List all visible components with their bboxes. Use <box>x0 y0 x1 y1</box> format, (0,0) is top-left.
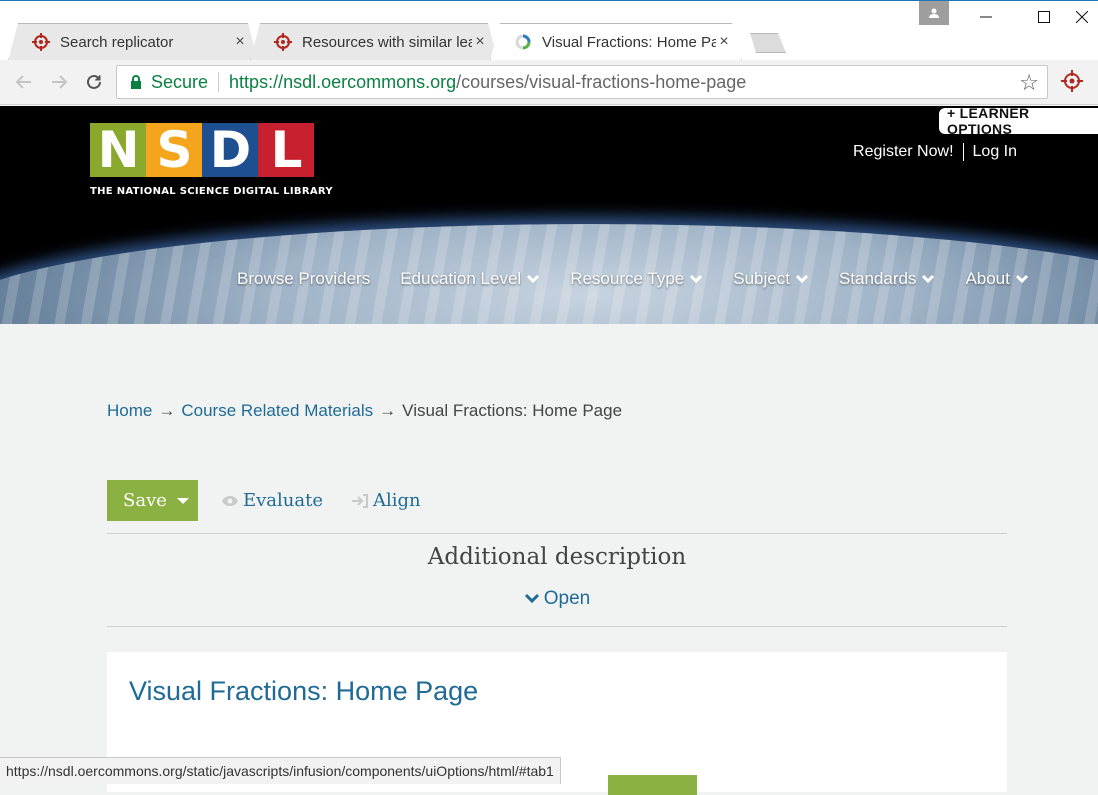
status-bar-url: https://nsdl.oercommons.org/static/javas… <box>0 757 561 784</box>
close-icon[interactable]: × <box>232 33 248 51</box>
tab-title: Resources with similar learning <box>302 33 472 51</box>
loading-spinner-icon <box>515 34 531 50</box>
chevron-down-icon <box>922 274 935 284</box>
additional-description-heading: Additional description <box>427 544 687 570</box>
learner-options-button[interactable]: + LEARNER OPTIONS <box>939 106 1098 137</box>
account-links: Register Now! Log In <box>853 143 1017 161</box>
close-icon[interactable]: × <box>716 33 732 51</box>
tab-title: Search replicator <box>60 33 174 51</box>
divider <box>107 626 1007 627</box>
save-label: Save <box>123 490 167 511</box>
nav-label: About <box>965 269 1010 288</box>
open-description-toggle[interactable]: Open <box>107 588 1007 610</box>
nav-item-browse-providers[interactable]: Browse Providers <box>237 269 370 289</box>
nav-label: Resource Type <box>570 269 685 288</box>
sign-in-arrow-icon <box>352 493 369 508</box>
breadcrumb-current: Visual Fractions: Home Page <box>402 401 623 420</box>
chevron-down-icon <box>524 593 539 604</box>
forward-icon[interactable] <box>46 69 72 95</box>
align-label: Align <box>373 490 421 511</box>
url-path: /courses/visual-fractions-home-page <box>456 71 747 92</box>
lock-icon <box>131 75 141 89</box>
eye-icon <box>222 495 238 506</box>
nav-label: Education Level <box>400 269 522 288</box>
nav-item-standards[interactable]: Standards <box>839 269 936 289</box>
resource-actions: Save Evaluate Align <box>107 480 421 521</box>
nav-label: Subject <box>733 269 790 288</box>
main-nav: Browse Providers Education Level Resourc… <box>237 269 1059 289</box>
nav-item-subject[interactable]: Subject <box>733 269 809 289</box>
nsdl-logo[interactable]: N S D L <box>90 121 314 179</box>
logo-letter: D <box>202 121 258 179</box>
view-resource-button[interactable] <box>608 775 697 795</box>
maximize-icon[interactable] <box>1021 1 1067 33</box>
login-link[interactable]: Log In <box>973 143 1017 161</box>
new-tab-button[interactable] <box>750 33 786 53</box>
breadcrumb-home[interactable]: Home <box>107 401 152 421</box>
chevron-down-icon <box>527 274 540 284</box>
close-icon[interactable]: × <box>472 33 488 51</box>
site-header: N S D L THE NATIONAL SCIENCE DIGITAL LIB… <box>0 106 1098 324</box>
user-profile-icon[interactable] <box>919 1 949 25</box>
browser-toolbar: Secure https://nsdl.oercommons.org/cours… <box>0 60 1098 105</box>
close-window-icon[interactable] <box>1066 1 1098 33</box>
nav-item-about[interactable]: About <box>965 269 1028 289</box>
nav-item-resource-type[interactable]: Resource Type <box>570 269 703 289</box>
bookmark-star-icon[interactable]: ☆ <box>1019 70 1039 96</box>
save-button[interactable]: Save <box>107 480 198 521</box>
nav-label: Browse Providers <box>237 269 371 288</box>
breadcrumb-arrow: → <box>158 401 176 420</box>
tab-title: Visual Fractions: Home Page <box>542 33 716 51</box>
caret-down-icon <box>176 497 189 504</box>
url-host: https://nsdl.oercommons.org <box>229 71 457 92</box>
reload-icon[interactable] <box>81 69 107 95</box>
resource-title: Visual Fractions: Home Page <box>129 676 479 706</box>
nav-item-education-level[interactable]: Education Level <box>400 269 540 289</box>
browser-titlebar: Search replicator × Resources with simil… <box>0 0 1098 60</box>
divider <box>107 533 1007 534</box>
secure-label: Secure <box>151 71 209 92</box>
logo-letter: S <box>146 121 202 179</box>
nav-label: Standards <box>838 269 917 288</box>
logo-letter: N <box>90 121 146 179</box>
breadcrumb-section[interactable]: Course Related Materials <box>181 401 373 421</box>
browser-tab[interactable]: Resources with similar learning × <box>250 23 498 61</box>
chevron-down-icon <box>690 274 703 284</box>
breadcrumb-arrow: → <box>379 401 397 420</box>
logo-tagline: THE NATIONAL SCIENCE DIGITAL LIBRARY <box>90 186 333 197</box>
chevron-down-icon <box>1015 274 1028 284</box>
crosshair-icon <box>274 33 292 51</box>
logo-letter: L <box>258 121 314 179</box>
divider <box>962 143 964 161</box>
omnibox-divider <box>218 72 220 92</box>
register-link[interactable]: Register Now! <box>853 143 953 161</box>
evaluate-label: Evaluate <box>243 490 324 511</box>
minimize-icon[interactable] <box>963 1 1009 33</box>
browser-tab[interactable]: Search replicator × <box>8 23 258 61</box>
browser-tab-active[interactable]: Visual Fractions: Home Page × <box>490 23 742 61</box>
evaluate-button[interactable]: Evaluate <box>221 490 323 511</box>
breadcrumb: Home → Course Related Materials → Visual… <box>107 401 622 421</box>
crosshair-icon[interactable] <box>1061 70 1083 92</box>
open-label: Open <box>543 588 591 609</box>
chevron-down-icon <box>795 274 808 284</box>
back-icon[interactable] <box>11 69 37 95</box>
crosshair-icon <box>32 33 50 51</box>
align-button[interactable]: Align <box>351 490 421 511</box>
address-bar[interactable]: Secure https://nsdl.oercommons.org/cours… <box>116 65 1048 99</box>
